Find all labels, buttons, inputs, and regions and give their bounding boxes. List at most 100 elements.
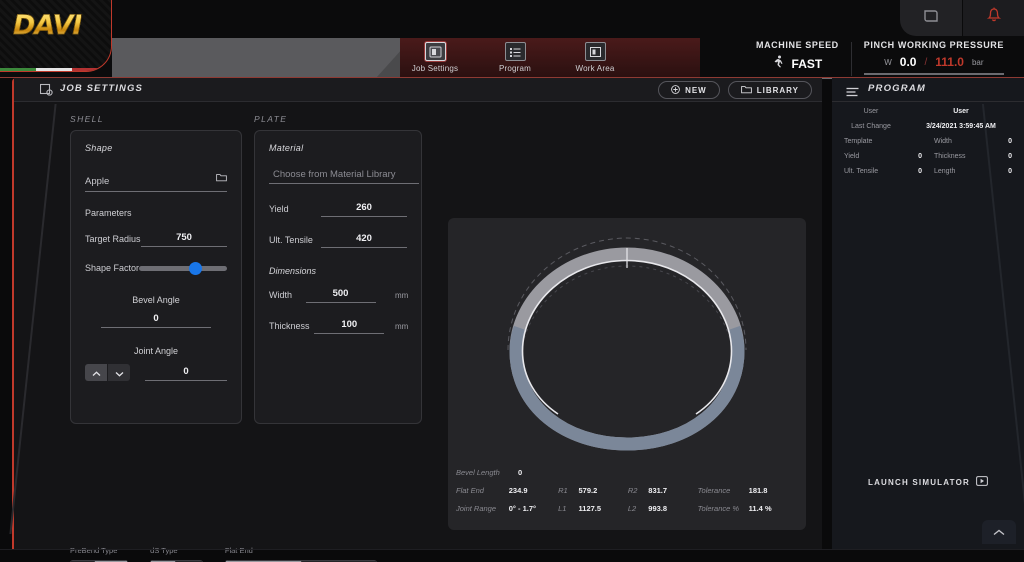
top-right-icons — [900, 0, 1024, 36]
width-field: Width 500 mm — [269, 288, 407, 303]
program-last-change-label: Last Change — [838, 123, 904, 130]
program-user-label: User — [838, 108, 904, 115]
chevron-down-icon — [115, 364, 124, 382]
tab-work-area-label: Work Area — [576, 64, 615, 73]
program-detail-grid: Template Yield 0 Ult. Tensile 0 Width — [838, 138, 1018, 183]
brand-logo: DAVI — [13, 10, 81, 41]
thickness-input[interactable]: 100 — [314, 319, 384, 334]
shape-factor-slider[interactable] — [139, 266, 227, 271]
width-input[interactable]: 500 — [306, 288, 376, 303]
program-length-value: 0 — [1008, 168, 1012, 175]
machine-speed-meter: MACHINE SPEED FAST — [744, 40, 851, 79]
thickness-unit: mm — [389, 322, 407, 334]
pinch-pressure-unit: bar — [972, 58, 984, 67]
status-meters: MACHINE SPEED FAST PINCH WORKING PRESSUR… — [744, 40, 1016, 79]
launch-simulator-button[interactable]: LAUNCH SIMULATOR — [832, 476, 1024, 488]
shell-body-ring — [516, 254, 738, 444]
pinch-pressure-label: PINCH WORKING PRESSURE — [864, 40, 1004, 50]
prebend-type-label: PreBend Type — [70, 546, 128, 555]
ult-tensile-input[interactable]: 420 — [321, 233, 407, 248]
program-width-label: Width — [934, 138, 952, 145]
bevel-angle-input[interactable]: 0 — [101, 313, 211, 328]
italy-flag-accent — [0, 68, 108, 71]
dimensions-label: Dimensions — [269, 266, 407, 276]
joint-angle-input[interactable]: 0 — [145, 366, 227, 381]
program-ult-tensile-label: Ult. Tensile — [844, 168, 878, 175]
joint-angle-label: Joint Angle — [85, 346, 227, 356]
program-title: PROGRAM — [868, 83, 926, 94]
target-radius-input[interactable]: 750 — [141, 232, 227, 247]
tab-job-settings-label: Job Settings — [412, 64, 458, 73]
ds-type-label: dS Type — [150, 546, 203, 555]
runner-icon — [773, 55, 784, 73]
shape-factor-field: Shape Factor — [85, 263, 227, 273]
yield-input[interactable]: 260 — [321, 202, 407, 217]
pinch-pressure-max: 111.0 — [935, 55, 964, 69]
pinch-pressure-meter: PINCH WORKING PRESSURE W 0.0 / 111.0 bar — [852, 40, 1016, 75]
l2-label: L2 — [628, 504, 648, 513]
program-user-row: User User — [838, 108, 1018, 115]
joint-angle-decrement-button[interactable] — [108, 364, 130, 381]
header-wedge-inner — [112, 38, 412, 78]
job-settings-icon — [425, 42, 446, 61]
bevel-angle-label: Bevel Angle — [85, 295, 227, 305]
program-width-row: Width 0 — [928, 138, 1018, 145]
tab-job-settings[interactable]: Job Settings — [395, 40, 475, 73]
bevel-length-value: 0 — [518, 468, 576, 477]
r2-value: 831.7 — [648, 486, 697, 495]
plate-column: PLATE Material Choose from Material Libr… — [254, 114, 422, 424]
new-button[interactable]: NEW — [658, 81, 720, 99]
collapse-panel-button[interactable] — [982, 520, 1016, 544]
menu-lines-icon — [846, 84, 859, 102]
shell-column: SHELL Shape Apple Parameters Target Radi… — [70, 114, 242, 424]
pinch-pressure-current: 0.0 — [900, 55, 917, 69]
page-title: JOB SETTINGS — [60, 83, 143, 94]
shape-select[interactable]: Apple — [85, 169, 227, 192]
tab-program[interactable]: Program — [475, 40, 555, 73]
material-label: Material — [269, 143, 407, 153]
program-yield-label: Yield — [844, 153, 859, 160]
joint-angle-stepper — [85, 364, 130, 381]
yield-label: Yield — [269, 204, 289, 217]
machine-speed-label: MACHINE SPEED — [756, 40, 839, 50]
library-button[interactable]: LIBRARY — [728, 81, 812, 99]
r1-value: 579.2 — [579, 486, 628, 495]
window-icon — [923, 8, 939, 29]
shell-preview-viewport[interactable]: Bevel Length 0 Flat End 234.9 R1 579.2 R… — [448, 218, 806, 530]
program-detail-left: Template Yield 0 Ult. Tensile 0 — [838, 138, 928, 183]
program-width-value: 0 — [1008, 138, 1012, 145]
ult-tensile-label: Ult. Tensile — [269, 235, 313, 248]
shape-factor-slider-knob[interactable] — [189, 262, 202, 275]
bevel-length-label: Bevel Length — [456, 468, 518, 477]
tolerance-pct-label: Tolerance % — [698, 504, 749, 513]
chevron-up-icon — [92, 364, 101, 382]
readout-row-2: Joint Range 0° - 1.7° L1 1127.5 L2 993.8… — [456, 504, 798, 513]
joint-angle-field: Joint Angle — [85, 346, 227, 381]
pinch-pressure-separator: / — [924, 57, 927, 68]
l2-value: 993.8 — [648, 504, 697, 513]
flat-end-value: 234.9 — [509, 486, 558, 495]
width-unit: mm — [389, 291, 407, 303]
target-radius-field: Target Radius 750 — [85, 232, 227, 247]
brand-logo-plate: DAVI — [0, 0, 112, 72]
shell-inner-highlight-right — [627, 261, 732, 415]
play-icon — [976, 476, 988, 488]
launch-simulator-label: LAUNCH SIMULATOR — [868, 478, 970, 487]
window-button[interactable] — [900, 0, 962, 36]
program-user-value: User — [904, 108, 1018, 115]
shell-shape-drawing — [448, 218, 806, 458]
folder-icon[interactable] — [216, 169, 227, 187]
r2-label: R2 — [628, 486, 648, 495]
material-library-select[interactable]: Choose from Material Library — [269, 169, 419, 184]
plate-section-title: PLATE — [254, 114, 422, 124]
program-ult-tensile-value: 0 — [918, 168, 922, 175]
joint-angle-increment-button[interactable] — [85, 364, 107, 381]
l1-value: 1127.5 — [579, 504, 628, 513]
job-settings-header: JOB SETTINGS NEW LIBRARY — [14, 78, 822, 102]
notifications-button[interactable] — [962, 0, 1024, 36]
shell-readouts: Bevel Length 0 Flat End 234.9 R1 579.2 R… — [456, 468, 798, 522]
program-ult-tensile-row: Ult. Tensile 0 — [838, 168, 928, 175]
program-length-row: Length 0 — [928, 168, 1018, 175]
tab-work-area[interactable]: Work Area — [555, 40, 635, 73]
shell-inner-highlight-left — [523, 261, 628, 415]
